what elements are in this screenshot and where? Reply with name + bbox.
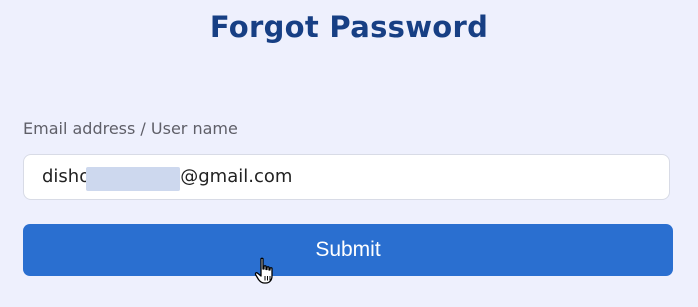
redaction-block [86, 167, 180, 191]
page-title: Forgot Password [209, 10, 489, 44]
hand-pointer-icon [254, 257, 273, 284]
email-value-suffix: @gmail.com [180, 166, 293, 187]
email-label: Email address / User name [23, 119, 238, 138]
submit-button[interactable]: Submit [23, 224, 673, 276]
email-value-prefix: disho [42, 166, 91, 187]
